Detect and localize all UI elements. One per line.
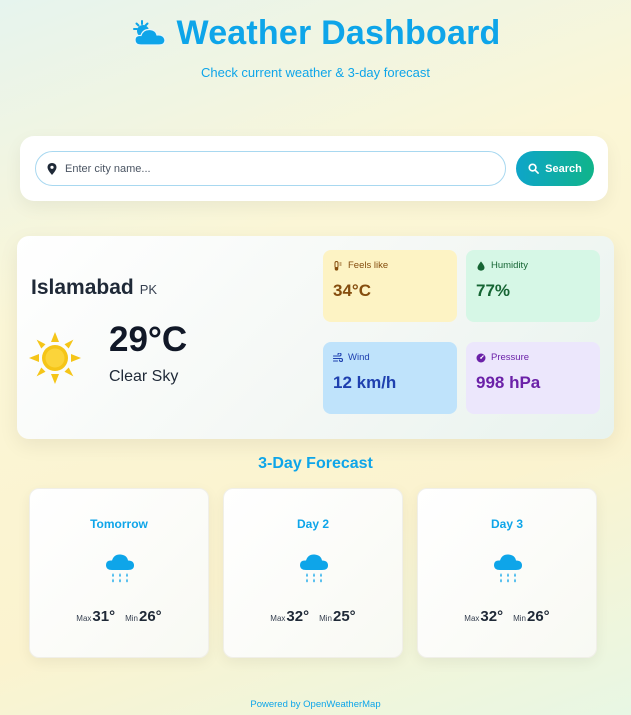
pressure-header: Pressure bbox=[476, 352, 529, 363]
forecast-day-label: Day 2 bbox=[296, 517, 330, 531]
header: Weather Dashboard Check current weather … bbox=[0, 14, 631, 80]
min-value: 26° bbox=[139, 608, 162, 625]
current-temperature: 29°C bbox=[109, 320, 188, 359]
max-label: Max bbox=[270, 614, 286, 623]
max-value: 32° bbox=[286, 608, 310, 625]
forecast-min: Min 26° bbox=[513, 608, 550, 625]
forecast-min: Min 26° bbox=[125, 608, 162, 625]
feels-like-header: Feels like bbox=[333, 260, 388, 271]
humidity-value: 77% bbox=[476, 281, 511, 300]
gauge-icon bbox=[476, 353, 486, 362]
forecast-title: 3-Day Forecast bbox=[258, 455, 373, 472]
min-value: 26° bbox=[527, 608, 550, 625]
weather-condition: Clear Sky bbox=[109, 368, 179, 385]
forecast-day-label: Day 3 bbox=[490, 517, 524, 531]
forecast-card-tomorrow: Tomorrow Max 31° Min 26° bbox=[29, 488, 209, 658]
wind-label: Wind bbox=[348, 352, 370, 363]
pressure-value: 998 hPa bbox=[476, 373, 541, 392]
forecast-temps: Max 32° Min 26° bbox=[418, 608, 596, 625]
feels-like-label: Feels like bbox=[348, 260, 389, 271]
min-label: Min bbox=[319, 614, 332, 623]
max-value: 32° bbox=[480, 608, 504, 625]
search-field[interactable] bbox=[35, 151, 506, 186]
pressure-tile: Pressure 998 hPa bbox=[466, 342, 600, 414]
forecast-max: Max 32° bbox=[464, 608, 503, 625]
sun-behind-cloud-icon bbox=[132, 19, 166, 46]
rain-cloud-icon bbox=[494, 554, 522, 583]
rain-cloud-icon bbox=[300, 554, 328, 583]
search-button-label: Search bbox=[545, 162, 582, 175]
search-icon bbox=[528, 163, 540, 174]
location-pin-icon bbox=[47, 162, 57, 175]
location: Islamabad PK bbox=[31, 276, 157, 300]
sun-icon bbox=[29, 332, 81, 384]
footer-credit[interactable]: Powered by OpenWeatherMap bbox=[0, 699, 631, 710]
wind-value: 12 km/h bbox=[333, 373, 397, 392]
humidity-tile: Humidity 77% bbox=[466, 250, 600, 322]
search-button[interactable]: Search bbox=[516, 151, 594, 186]
country-code: PK bbox=[139, 282, 158, 297]
forecast-temps: Max 31° Min 26° bbox=[30, 608, 208, 625]
page-subtitle: Check current weather & 3-day forecast bbox=[200, 65, 431, 80]
forecast-max: Max 31° bbox=[76, 608, 115, 625]
max-value: 31° bbox=[92, 608, 116, 625]
forecast-temps: Max 32° Min 25° bbox=[224, 608, 402, 625]
humidity-label: Humidity bbox=[491, 260, 528, 271]
city-search-input[interactable] bbox=[65, 162, 505, 175]
page-title: Weather Dashboard bbox=[176, 14, 501, 52]
thermometer-icon bbox=[334, 260, 342, 271]
humidity-header: Humidity bbox=[476, 260, 528, 271]
max-label: Max bbox=[76, 614, 92, 623]
forecast-card-day-2: Day 2 Max 32° Min 25° bbox=[223, 488, 403, 658]
forecast-min: Min 25° bbox=[319, 608, 356, 625]
search-card: Search bbox=[20, 136, 608, 201]
forecast-card-day-3: Day 3 Max 32° Min 26° bbox=[417, 488, 597, 658]
forecast-day-label: Tomorrow bbox=[90, 517, 148, 531]
droplet-icon bbox=[477, 261, 485, 271]
city-name: Islamabad bbox=[31, 276, 134, 299]
title-row: Weather Dashboard bbox=[0, 14, 631, 53]
max-label: Max bbox=[464, 614, 480, 623]
pressure-label: Pressure bbox=[491, 352, 530, 363]
forecast-max: Max 32° bbox=[270, 608, 309, 625]
min-label: Min bbox=[125, 614, 138, 623]
current-weather-card: Islamabad PK 29°C Clear Sky Feels like 3… bbox=[17, 236, 614, 439]
wind-tile: Wind 12 km/h bbox=[323, 342, 457, 414]
min-value: 25° bbox=[333, 608, 356, 625]
min-label: Min bbox=[513, 614, 526, 623]
wind-header: Wind bbox=[333, 352, 370, 363]
feels-like-tile: Feels like 34°C bbox=[323, 250, 457, 322]
rain-cloud-icon bbox=[106, 554, 134, 583]
wind-icon bbox=[333, 352, 343, 362]
feels-like-value: 34°C bbox=[333, 281, 371, 300]
